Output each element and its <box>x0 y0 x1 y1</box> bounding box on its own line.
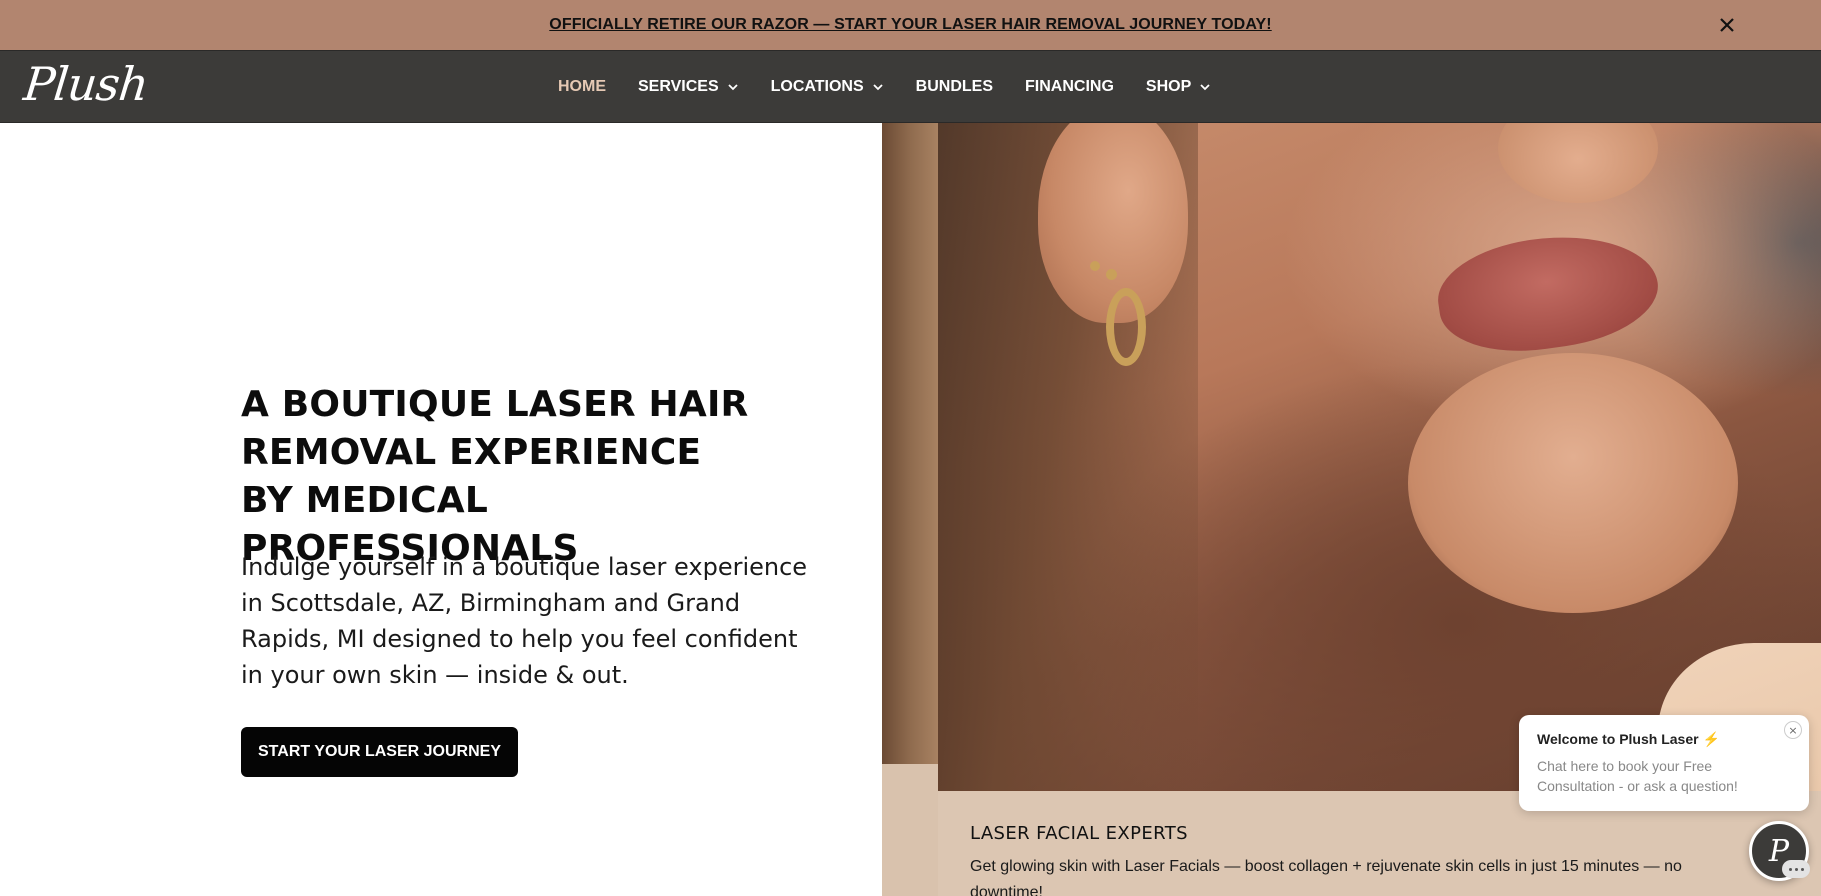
close-announcement-button[interactable] <box>1712 10 1742 40</box>
chat-launcher-button[interactable]: P <box>1749 821 1810 881</box>
chevron-down-icon <box>872 81 884 93</box>
hero-photo <box>938 123 1821 791</box>
chevron-down-icon <box>1199 81 1211 93</box>
nav-item-label: SHOP <box>1145 78 1192 95</box>
earring-image <box>1106 288 1146 366</box>
lightning-icon: ⚡ <box>1702 731 1721 747</box>
nav-item-label: SERVICES <box>638 78 719 95</box>
hero-title: A BOUTIQUE LASER HAIR REMOVAL EXPERIENCE… <box>241 384 749 569</box>
plush-logo[interactable]: Plush <box>21 57 150 111</box>
nav-item-label: BUNDLES <box>915 78 993 95</box>
chat-close-button[interactable]: × <box>1784 721 1802 739</box>
nav-item-label: LOCATIONS <box>770 78 864 95</box>
nav-item-label: FINANCING <box>1025 78 1114 95</box>
hero-section: A BOUTIQUE LASER HAIR REMOVAL EXPERIENCE… <box>0 123 882 896</box>
chat-message: Chat here to book your Free Consultation… <box>1537 758 1738 794</box>
main-nav: Plush HOME SERVICES LOCATIONS BUNDLES FI… <box>0 50 1821 123</box>
start-laser-journey-button[interactable]: START YOUR LASER JOURNEY <box>241 727 518 777</box>
nav-item-financing[interactable]: FINANCING <box>1025 78 1114 96</box>
chat-bubble-icon <box>1782 860 1810 878</box>
chat-title-text: Welcome to Plush Laser <box>1537 731 1699 747</box>
chat-welcome-bubble[interactable]: Welcome to Plush Laser ⚡ Chat here to boo… <box>1519 715 1809 811</box>
image-strip-background <box>882 764 938 896</box>
nav-item-shop[interactable]: SHOP <box>1146 78 1211 96</box>
close-icon <box>1720 18 1734 32</box>
hair-image-strip <box>882 123 938 764</box>
nav-item-services[interactable]: SERVICES <box>638 78 739 96</box>
nav-item-bundles[interactable]: BUNDLES <box>916 78 993 96</box>
announcement-bar: OFFICIALLY RETIRE OUR RAZOR — START YOUR… <box>0 0 1821 50</box>
announcement-link[interactable]: OFFICIALLY RETIRE OUR RAZOR — START YOUR… <box>549 16 1271 34</box>
feature-card-title: LASER FACIAL EXPERTS <box>970 823 1188 844</box>
nav-item-home[interactable]: HOME <box>558 78 606 96</box>
nav-item-label: HOME <box>558 78 606 95</box>
chat-title: Welcome to Plush Laser ⚡ <box>1537 731 1791 748</box>
chevron-down-icon <box>727 81 739 93</box>
feature-card-description: Get glowing skin with Laser Facials — bo… <box>970 858 1682 896</box>
nav-menu: HOME SERVICES LOCATIONS BUNDLES FINANCIN… <box>558 51 1243 123</box>
hero-subtitle: Indulge yourself in a boutique laser exp… <box>241 553 808 689</box>
nav-item-locations[interactable]: LOCATIONS <box>771 78 884 96</box>
